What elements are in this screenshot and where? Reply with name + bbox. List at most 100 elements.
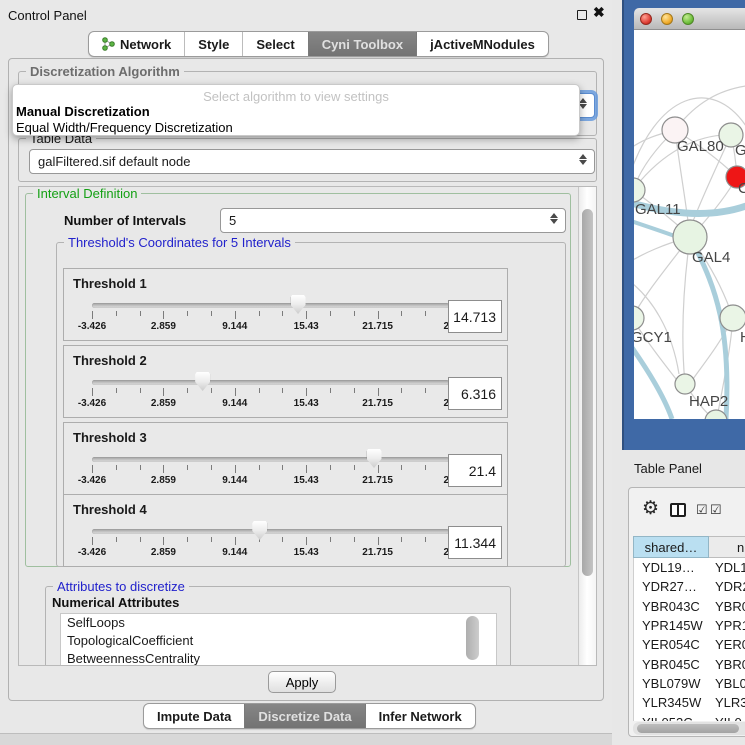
slider-track[interactable] xyxy=(92,380,449,385)
num-intervals-label: Number of Intervals xyxy=(64,213,186,228)
table-data-group: Table Data galFiltered.sif default node xyxy=(18,138,597,182)
table-rows: YDL19…YDL1YDR27…YDR2YBR043CYBR0YPR145WYP… xyxy=(633,558,745,721)
tick-mark xyxy=(354,311,355,316)
table-hscrollbar-thumb[interactable] xyxy=(637,724,739,733)
tick-label: 9.144 xyxy=(222,547,247,558)
table-hscrollbar-track[interactable] xyxy=(633,722,745,735)
threshold-value-field[interactable]: 6.316 xyxy=(448,377,502,410)
apply-button[interactable]: Apply xyxy=(268,671,336,693)
close-traffic-light-icon[interactable] xyxy=(640,13,652,25)
dropdown-option-equal-width[interactable]: Equal Width/Frequency Discretization xyxy=(16,120,233,135)
dropdown-option-manual[interactable]: Manual Discretization xyxy=(16,104,150,119)
tick-label: 9.144 xyxy=(222,398,247,409)
float-icon[interactable] xyxy=(577,10,587,20)
minimize-traffic-light-icon[interactable] xyxy=(661,13,673,25)
scrollpane-scrollbar-thumb[interactable] xyxy=(582,209,593,576)
table-row[interactable]: YBR043CYBR0 xyxy=(634,597,745,616)
table-row[interactable]: YLR345WYLR3 xyxy=(634,693,745,712)
network-view-canvas[interactable]: GAL80GACGAL11GAL4GCY1HHAP2 xyxy=(634,30,745,419)
tick-mark xyxy=(306,537,307,545)
attributes-scrollbar[interactable] xyxy=(466,616,479,660)
combo-arrows-icon xyxy=(550,213,558,224)
table-row[interactable]: YER054CYER0 xyxy=(634,635,745,654)
threshold-value-field[interactable]: 14.713 xyxy=(448,300,502,333)
tick-mark xyxy=(330,311,331,316)
slider-ticks xyxy=(92,537,449,547)
tab-cyni-toolbox[interactable]: Cyni Toolbox xyxy=(308,32,416,56)
tab-style[interactable]: Style xyxy=(184,32,242,56)
tab-impute-data[interactable]: Impute Data xyxy=(144,704,244,728)
column-header-shared-name[interactable]: shared… xyxy=(633,536,709,558)
table-row[interactable]: YBR045CYBR0 xyxy=(634,654,745,673)
tick-mark xyxy=(163,465,164,473)
tick-mark xyxy=(259,388,260,393)
tick-mark xyxy=(425,311,426,316)
close-icon[interactable]: ✖ xyxy=(593,4,605,21)
numerical-attributes-list[interactable]: SelfLoopsTopologicalCoefficientBetweenne… xyxy=(60,613,497,666)
attribute-list-item[interactable]: BetweennessCentrality xyxy=(61,650,496,666)
tick-label: 2.859 xyxy=(151,475,176,486)
tab-discretize-data[interactable]: Discretize Data xyxy=(244,704,364,728)
thresholds-group-title: Threshold's Coordinates for 5 Intervals xyxy=(64,235,295,250)
tick-mark xyxy=(401,465,402,470)
tick-mark xyxy=(211,311,212,316)
gear-icon[interactable]: ⚙ xyxy=(642,497,659,520)
table-row[interactable]: YIL052CYIL0 xyxy=(634,712,745,721)
tick-mark xyxy=(259,311,260,316)
slider-ticks xyxy=(92,388,449,398)
tab-label: Impute Data xyxy=(157,709,231,724)
threshold-value-field[interactable]: 11.344 xyxy=(448,526,502,559)
network-graph: GAL80GACGAL11GAL4GCY1HHAP2 xyxy=(634,30,745,419)
table-row[interactable]: YPR145WYPR1 xyxy=(634,616,745,635)
tick-mark xyxy=(92,465,93,473)
zoom-traffic-light-icon[interactable] xyxy=(682,13,694,25)
table-row[interactable]: YBL079WYBL0 xyxy=(634,674,745,693)
slider-track[interactable] xyxy=(92,457,449,462)
column-header-name[interactable]: n xyxy=(709,536,745,558)
slider-track[interactable] xyxy=(92,529,449,534)
network-window-titlebar[interactable] xyxy=(634,8,745,30)
slider-tick-labels: -3.4262.8599.14415.4321.71528 xyxy=(92,547,449,559)
threshold-value-field[interactable]: 21.4 xyxy=(448,454,502,487)
tab-jactivemnodules[interactable]: jActiveMNodules xyxy=(416,32,548,56)
network-node-gcy1[interactable] xyxy=(634,306,644,330)
scrollpane-scrollbar-track[interactable] xyxy=(578,187,597,665)
node-label: GAL11 xyxy=(635,201,681,218)
table-row[interactable]: YDL19…YDL1 xyxy=(634,558,745,577)
attributes-group: Attributes to discretize Numerical Attri… xyxy=(45,586,511,666)
network-node[interactable] xyxy=(705,410,727,419)
cell-shared-name: YBR043C xyxy=(634,599,710,614)
tick-mark xyxy=(282,388,283,393)
tab-label: Select xyxy=(256,37,294,52)
cell-name: YDL1 xyxy=(710,560,745,575)
network-node-h[interactable] xyxy=(720,305,745,331)
tick-label: 9.144 xyxy=(222,475,247,486)
slider-track[interactable] xyxy=(92,303,449,308)
cell-shared-name: YPR145W xyxy=(634,618,710,633)
tick-label: -3.426 xyxy=(78,475,106,486)
tick-mark xyxy=(401,311,402,316)
table-data-combobox[interactable]: galFiltered.sif default node xyxy=(29,149,595,174)
tick-mark xyxy=(163,388,164,396)
tick-label: 21.715 xyxy=(362,398,393,409)
tick-mark xyxy=(425,537,426,542)
tick-mark xyxy=(425,465,426,470)
tick-mark xyxy=(378,537,379,545)
table-data-value: galFiltered.sif default node xyxy=(38,154,190,169)
tab-select[interactable]: Select xyxy=(242,32,307,56)
network-node-hap2[interactable] xyxy=(675,374,695,394)
table-row[interactable]: YDR27…YDR2 xyxy=(634,577,745,596)
attribute-list-item[interactable]: SelfLoops xyxy=(61,614,496,632)
num-intervals-combobox[interactable]: 5 xyxy=(220,208,566,233)
tick-label: 21.715 xyxy=(362,547,393,558)
cell-shared-name: YIL052C xyxy=(634,715,710,721)
node-label: GA xyxy=(735,142,745,159)
checkbox-select-all-icon[interactable]: ☑ xyxy=(710,502,722,518)
checkbox-select-icon[interactable]: ☑ xyxy=(696,502,708,518)
tab-network[interactable]: Network xyxy=(89,32,184,56)
column-layout-icon[interactable] xyxy=(670,503,686,517)
cell-shared-name: YLR345W xyxy=(634,695,710,710)
top-tab-bar: NetworkStyle Select Cyni ToolboxjActiveMNo… xyxy=(88,31,549,57)
attribute-list-item[interactable]: TopologicalCoefficient xyxy=(61,632,496,650)
tab-infer-network[interactable]: Infer Network xyxy=(365,704,475,728)
